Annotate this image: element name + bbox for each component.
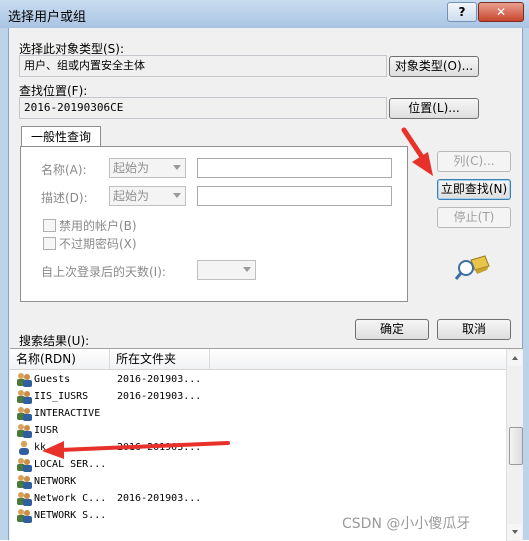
description-match-select[interactable]: 起始为 xyxy=(109,186,186,206)
result-folder: 2016-201903... xyxy=(117,374,202,385)
result-name: LOCAL SER... xyxy=(34,459,107,470)
days-since-logon-select[interactable] xyxy=(197,260,256,280)
chevron-down-icon xyxy=(173,193,181,198)
result-folder: 2016-201903... xyxy=(117,493,202,504)
window-title: 选择用户或组 xyxy=(8,10,87,25)
column-header-name[interactable]: 名称(RDN) xyxy=(10,349,110,369)
result-row[interactable]: kk 2016-201903... xyxy=(10,439,506,456)
select-users-dialog: 选择用户或组 ? ✕ 选择此对象类型(S): 用户、组或内置安全主体 对象类型(… xyxy=(0,0,529,541)
column-header-folder[interactable]: 所在文件夹 xyxy=(110,349,210,369)
result-row[interactable]: LOCAL SER... xyxy=(10,456,506,473)
non-expiring-password-label: 不过期密码(X) xyxy=(59,237,137,251)
result-name: INTERACTIVE xyxy=(34,408,101,419)
scroll-down-button[interactable] xyxy=(508,524,522,540)
result-row[interactable]: Network C... 2016-201903... xyxy=(10,490,506,507)
result-row[interactable]: Guests 2016-201903... xyxy=(10,371,506,388)
arrow-up-icon xyxy=(512,356,518,360)
vertical-scrollbar[interactable] xyxy=(506,349,523,541)
disabled-accounts-checkbox[interactable] xyxy=(43,219,56,232)
group-icon xyxy=(16,372,32,387)
object-types-button[interactable]: 对象类型(O)... xyxy=(389,56,479,77)
object-type-field: 用户、组或内置安全主体 xyxy=(19,55,387,77)
name-input[interactable] xyxy=(197,158,392,178)
help-button[interactable]: ? xyxy=(447,2,477,22)
result-folder: 2016-201903... xyxy=(117,442,202,453)
group-icon xyxy=(16,389,32,404)
stop-button[interactable]: 停止(T) xyxy=(437,207,511,228)
name-match-select[interactable]: 起始为 xyxy=(109,158,186,178)
query-panel: 名称(A): 起始为 描述(D): 起始为 禁用的帐户(B) 不过期密码(X) … xyxy=(20,146,408,302)
group-icon xyxy=(16,491,32,506)
days-since-logon-label: 自上次登录后的天数(I): xyxy=(41,265,166,279)
find-now-button[interactable]: 立即查找(N) xyxy=(437,179,511,200)
ok-button[interactable]: 确定 xyxy=(355,319,429,340)
watermark: CSDN @小小傻瓜牙 xyxy=(342,516,471,532)
description-input[interactable] xyxy=(197,186,392,206)
description-label: 描述(D): xyxy=(41,191,88,205)
locations-button[interactable]: 位置(L)... xyxy=(389,98,479,119)
group-icon xyxy=(16,423,32,438)
group-icon xyxy=(16,474,32,489)
result-name: Network C... xyxy=(34,493,107,504)
result-name: Guests xyxy=(34,374,71,385)
group-icon xyxy=(16,508,32,523)
location-field: 2016-20190306CE xyxy=(19,97,387,119)
search-results-label: 搜索结果(U): xyxy=(19,334,90,348)
arrow-down-icon xyxy=(512,530,518,534)
dialog-body: 选择此对象类型(S): 用户、组或内置安全主体 对象类型(O)... 查找位置(… xyxy=(8,28,523,541)
tab-common-queries[interactable]: 一般性查询 xyxy=(21,126,101,147)
columns-button[interactable]: 列(C)... xyxy=(437,151,511,172)
chevron-down-icon xyxy=(173,165,181,170)
title-bar[interactable]: 选择用户或组 ? ✕ xyxy=(0,0,529,28)
result-name: kk xyxy=(34,442,47,453)
result-row[interactable]: IUSR xyxy=(10,422,506,439)
result-name: NETWORK xyxy=(34,476,77,487)
result-row[interactable]: NETWORK xyxy=(10,473,506,490)
search-flashlight-icon xyxy=(455,255,490,280)
name-label: 名称(A): xyxy=(41,163,87,177)
group-icon xyxy=(16,406,32,421)
disabled-accounts-label: 禁用的帐户(B) xyxy=(59,219,137,233)
result-folder: 2016-201903... xyxy=(117,391,202,402)
cancel-button[interactable]: 取消 xyxy=(437,319,511,340)
group-icon xyxy=(16,457,32,472)
result-name: IIS_IUSRS xyxy=(34,391,89,402)
description-match-value: 起始为 xyxy=(113,189,150,203)
close-button[interactable]: ✕ xyxy=(478,2,524,22)
results-header: 名称(RDN) 所在文件夹 xyxy=(10,349,506,370)
chevron-down-icon xyxy=(243,267,251,272)
scroll-up-button[interactable] xyxy=(508,350,522,366)
result-name: NETWORK S... xyxy=(34,510,107,521)
result-row[interactable]: IIS_IUSRS 2016-201903... xyxy=(10,388,506,405)
result-row[interactable]: INTERACTIVE xyxy=(10,405,506,422)
result-name: IUSR xyxy=(34,425,59,436)
scroll-thumb[interactable] xyxy=(509,427,523,465)
user-icon xyxy=(16,440,32,455)
name-match-value: 起始为 xyxy=(113,161,150,175)
non-expiring-password-checkbox[interactable] xyxy=(43,237,56,250)
